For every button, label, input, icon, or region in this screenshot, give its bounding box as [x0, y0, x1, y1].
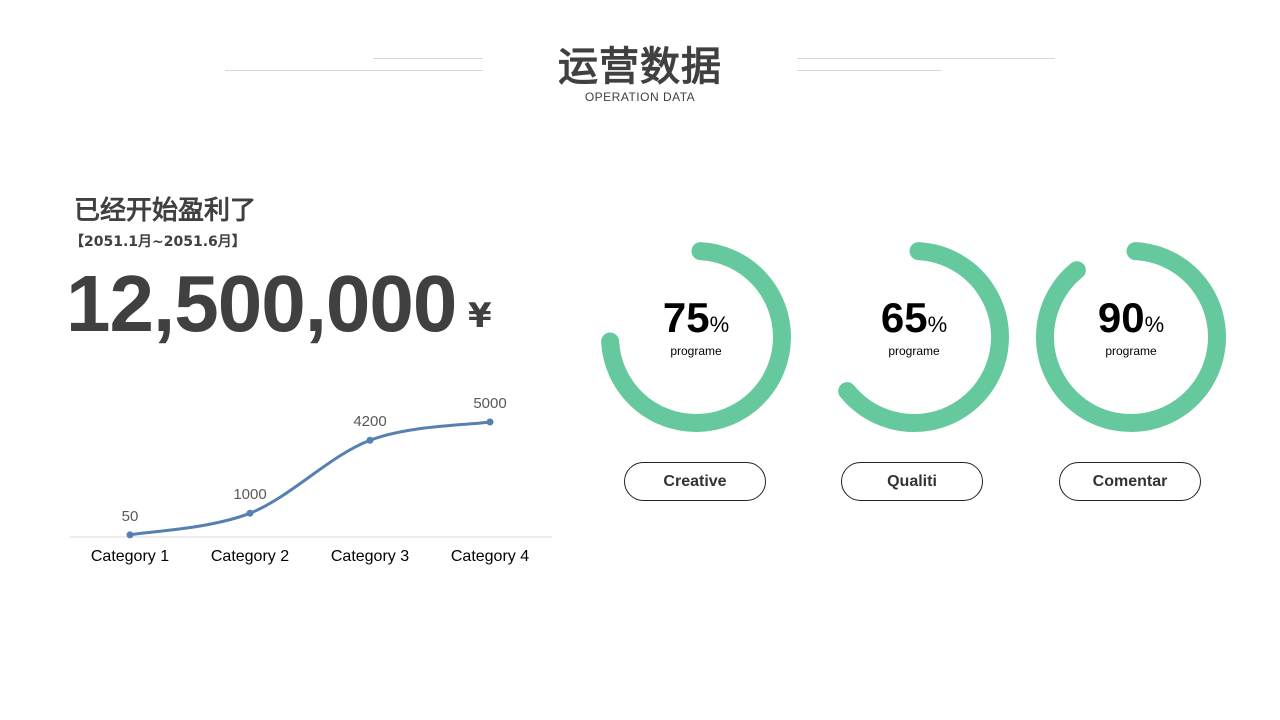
series-line	[129, 420, 491, 537]
ring-2-caption: programe	[888, 344, 940, 358]
x-tick-label-4: Category 4	[451, 548, 529, 565]
data-point-2	[246, 509, 254, 517]
ring-1-unit: %	[709, 312, 730, 337]
period-label: 【2051.1月~2051.6月】	[70, 234, 246, 250]
comentar-button[interactable]: Comentar	[1059, 462, 1201, 501]
data-label-2: 1000	[233, 486, 266, 503]
currency-symbol: ¥	[468, 296, 492, 336]
data-label-3: 4200	[353, 413, 386, 430]
qualiti-button[interactable]: Qualiti	[841, 462, 983, 501]
x-tick-label-1: Category 1	[91, 548, 169, 565]
page-subtitle: OPERATION DATA	[584, 90, 696, 104]
revenue-line-chart: 50 Category 1 1000 Category 2 4200 Category 3…	[70, 395, 552, 565]
ring-2-value: 65	[880, 294, 928, 341]
page-title: 运营数据	[558, 44, 722, 90]
data-point-4	[486, 418, 494, 426]
x-tick-label-2: Category 2	[211, 548, 289, 565]
revenue-amount: 12,500,000	[66, 259, 457, 348]
ring-1-caption: programe	[670, 344, 722, 358]
ring-chart-3: 90% programe	[1031, 237, 1231, 437]
data-point-1	[126, 531, 134, 539]
data-point-3	[366, 436, 374, 444]
ring-3-value: 90	[1097, 294, 1145, 341]
data-label-1: 50	[122, 508, 139, 525]
ring-chart-2: 65% programe	[814, 237, 1014, 437]
ring-chart-1: 75% programe	[596, 237, 796, 437]
ring-3-unit: %	[1144, 312, 1165, 337]
ring-1-value: 75	[662, 294, 710, 341]
profit-headline: 已经开始盈利了	[74, 196, 257, 226]
x-tick-label-3: Category 3	[331, 548, 409, 565]
ring-3-caption: programe	[1105, 344, 1157, 358]
creative-button[interactable]: Creative	[624, 462, 766, 501]
data-label-4: 5000	[473, 395, 506, 412]
ring-2-unit: %	[927, 312, 948, 337]
